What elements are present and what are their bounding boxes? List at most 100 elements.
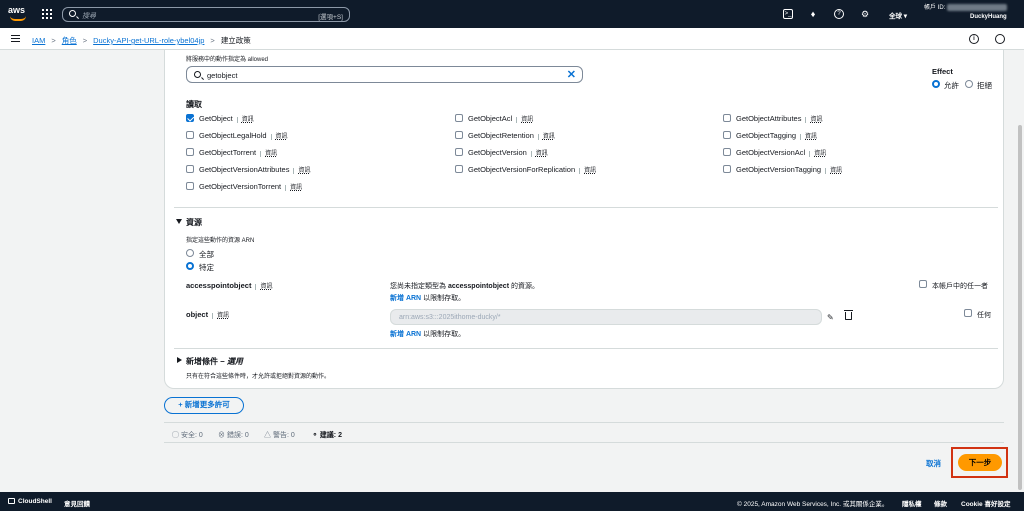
- policy-editor-card: [164, 50, 1004, 389]
- services-grid-icon[interactable]: [42, 9, 52, 19]
- info-link[interactable]: 資訊: [236, 117, 254, 123]
- add-arn-link[interactable]: 新增 ARN: [390, 295, 421, 302]
- info-link[interactable]: 資訊: [516, 117, 534, 123]
- add-arn-object: 新增 ARN 以限制存取。: [390, 331, 466, 338]
- filter-value: getobject: [207, 71, 238, 80]
- menu-icon[interactable]: [11, 35, 20, 42]
- user-name: DuckyHuang: [970, 14, 1007, 20]
- cloudshell-icon[interactable]: >_: [783, 9, 793, 19]
- edit-icon[interactable]: ✎: [827, 313, 834, 322]
- action-checkbox-getobject[interactable]: [186, 114, 194, 122]
- action-checkbox-getobjectversiontagging[interactable]: [723, 165, 731, 173]
- info-link[interactable]: 資訊: [825, 168, 843, 174]
- caret-down-icon[interactable]: [176, 219, 182, 224]
- action-checkbox-getobjectattributes[interactable]: [723, 114, 731, 122]
- resource-all-label: 全部: [199, 250, 214, 259]
- info-link[interactable]: 資訊: [255, 284, 273, 290]
- action-checkbox-getobjectversionforreplication[interactable]: [455, 165, 463, 173]
- add-arn-accesspoint: 新增 ARN 以限制存取。: [390, 295, 466, 302]
- info-link[interactable]: 資訊: [293, 168, 311, 174]
- errors-status[interactable]: ⊗ 錯誤: 0: [218, 430, 249, 440]
- info-link[interactable]: 資訊: [809, 151, 827, 157]
- action-item: GetObjectVersionForReplication 資訊: [468, 165, 597, 174]
- breadcrumb-roles[interactable]: 角色: [62, 36, 77, 45]
- allowed-actions-label: 將服務中的動作指定為 allowed: [186, 57, 269, 63]
- warnings-status[interactable]: △ 警告: 0: [264, 430, 295, 440]
- action-filter-input[interactable]: getobject ✕: [186, 66, 583, 83]
- breadcrumb-bar: IAM > 角色 > Ducky-API-get-URL-role-ybel04jp > 建…: [0, 28, 1024, 50]
- action-checkbox-getobjectversionacl[interactable]: [723, 148, 731, 156]
- chevron-right-icon: >: [210, 36, 215, 45]
- resource-specific-radio[interactable]: [186, 262, 194, 270]
- action-checkbox-getobjecttorrent[interactable]: [186, 148, 194, 156]
- cookie-preferences-link[interactable]: Cookie 喜好設定: [961, 498, 1010, 508]
- effect-deny-radio[interactable]: [965, 80, 973, 88]
- effect-deny-label: 拒絕: [977, 81, 992, 90]
- info-link[interactable]: 資訊: [805, 117, 823, 123]
- action-checkbox-getobjectacl[interactable]: [455, 114, 463, 122]
- action-checkbox-getobjectversiontorrent[interactable]: [186, 182, 194, 190]
- gear-icon[interactable]: ⚙: [860, 9, 870, 19]
- action-checkbox-getobjectlegalhold[interactable]: [186, 131, 194, 139]
- conditions-description: 只有在符合這些條件時，才允許或拒絕對資源的動作。: [186, 374, 331, 380]
- info-link[interactable]: 資訊: [212, 313, 230, 319]
- resources-heading[interactable]: 資源: [186, 217, 202, 228]
- privacy-link[interactable]: 隱私權: [902, 498, 922, 508]
- info-link[interactable]: 資訊: [800, 134, 818, 140]
- object-arn-field: arn:aws:s3:::2025ithome-ducky/*: [390, 309, 822, 325]
- accesspoint-resource-name: accesspointobject 資訊: [186, 281, 273, 290]
- suggestions-status[interactable]: ⚬ 建議: 2: [312, 430, 342, 440]
- conditions-heading[interactable]: 新增條件 – 選用: [186, 356, 243, 367]
- effect-allow-radio[interactable]: [932, 80, 940, 88]
- action-item: GetObjectTorrent 資訊: [199, 148, 278, 157]
- scrollbar-thumb[interactable]: [1018, 125, 1022, 490]
- cancel-button[interactable]: 取消: [926, 458, 941, 469]
- action-checkbox-getobjectversion[interactable]: [455, 148, 463, 156]
- add-arn-link[interactable]: 新增 ARN: [390, 331, 421, 338]
- feedback-link[interactable]: 意見回饋: [64, 498, 90, 508]
- global-search-input[interactable]: 搜尋 [選項+S]: [62, 7, 350, 22]
- action-item: GetObjectAcl 資訊: [468, 114, 534, 123]
- action-item: GetObjectVersion 資訊: [468, 148, 548, 157]
- search-icon: [194, 71, 201, 78]
- next-button[interactable]: 下一步: [958, 454, 1002, 471]
- help-icon[interactable]: ?: [834, 9, 844, 19]
- info-icon[interactable]: i: [969, 34, 979, 44]
- action-checkbox-getobjecttagging[interactable]: [723, 131, 731, 139]
- terms-link[interactable]: 條款: [934, 498, 947, 508]
- region-selector[interactable]: 全球 ▾: [889, 10, 907, 20]
- action-checkbox-getobjectretention[interactable]: [455, 131, 463, 139]
- info-link[interactable]: 資訊: [260, 151, 278, 157]
- trash-icon[interactable]: [844, 310, 853, 320]
- action-item: GetObjectRetention 資訊: [468, 131, 555, 140]
- aws-logo[interactable]: aws: [8, 5, 30, 23]
- caret-right-icon[interactable]: [177, 357, 182, 363]
- info-link[interactable]: 資訊: [537, 134, 555, 140]
- top-navigation: aws 搜尋 [選項+S] >_ ♦ ? ⚙ 全球 ▾ 帳戶 ID: Ducky…: [0, 0, 1024, 28]
- any-in-account-checkbox[interactable]: [919, 280, 927, 288]
- bell-icon[interactable]: ♦: [808, 9, 818, 19]
- breadcrumb-role[interactable]: Ducky-API-get-URL-role-ybel04jp: [93, 36, 204, 45]
- add-more-permissions-button[interactable]: + 新增更多許可: [164, 397, 244, 414]
- info-link[interactable]: 資訊: [579, 168, 597, 174]
- security-status[interactable]: ◯ 安全: 0: [172, 430, 203, 440]
- breadcrumb-iam[interactable]: IAM: [32, 36, 45, 45]
- info-link[interactable]: 資訊: [530, 151, 548, 157]
- cloudshell-link[interactable]: CloudShell: [8, 498, 52, 505]
- resource-all-radio[interactable]: [186, 249, 194, 257]
- clear-icon[interactable]: ✕: [567, 68, 576, 81]
- vertical-scrollbar[interactable]: [1016, 50, 1024, 492]
- action-checkbox-getobjectversionattributes[interactable]: [186, 165, 194, 173]
- info-link[interactable]: 資訊: [270, 134, 288, 140]
- footer: CloudShell 意見回饋 © 2025, Amazon Web Servi…: [0, 492, 1024, 511]
- search-placeholder: 搜尋: [82, 13, 96, 20]
- object-resource-name: object 資訊: [186, 310, 230, 319]
- account-menu[interactable]: 帳戶 ID: DuckyHuang: [924, 2, 1008, 20]
- settings-icon[interactable]: [995, 34, 1005, 44]
- info-link[interactable]: 資訊: [285, 185, 303, 191]
- search-shortcut: [選項+S]: [318, 14, 343, 21]
- any-label: 任何: [977, 312, 991, 319]
- breadcrumb: IAM > 角色 > Ducky-API-get-URL-role-ybel04jp > 建…: [32, 35, 251, 46]
- action-item: GetObject 資訊: [199, 114, 254, 123]
- any-checkbox[interactable]: [964, 309, 972, 317]
